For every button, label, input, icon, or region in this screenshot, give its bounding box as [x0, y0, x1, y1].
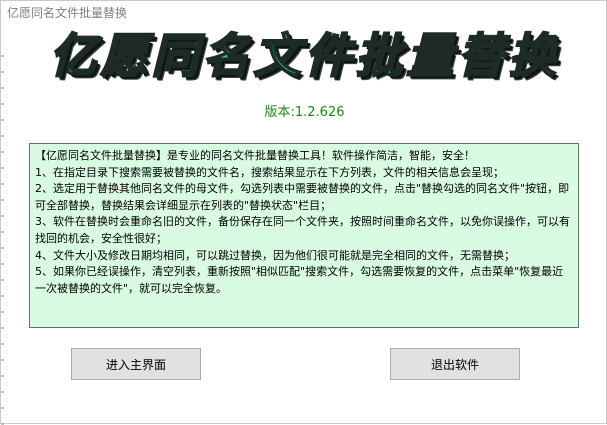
splash-window: 亿愿同名文件批量替换 亿愿同名文件批量替换 版本:1.2.626 【亿愿同名文件… [0, 0, 607, 425]
description-line: 5、如果你已经误操作，清空列表，重新按照"相似匹配"搜索文件，勾选需要恢复的文件… [35, 265, 564, 295]
description-box: 【亿愿同名文件批量替换】是专业的同名文件批量替换工具！软件操作简洁，智能，安全！… [29, 143, 579, 328]
description-line: 1、在指定目录下搜索需要被替换的文件名，搜索结果显示在下方列表，文件的相关信息会… [35, 165, 504, 179]
exit-software-button[interactable]: 退出软件 [390, 348, 520, 380]
description-line: 4、文件大小及修改日期均相同，可以跳过替换，因为他们很可能就是完全相同的文件，无… [35, 248, 515, 262]
title-bar[interactable]: 亿愿同名文件批量替换 [1, 1, 606, 23]
description-line: 【亿愿同名文件批量替换】是专业的同名文件批量替换工具！软件操作简洁，智能，安全！ [35, 149, 475, 162]
window-title: 亿愿同名文件批量替换 [7, 6, 128, 20]
background-list-edge [1, 41, 4, 425]
description-line: 2、选定用于替换其他同名文件的母文件，勾选列表中需要被替换的文件，点击"替换勾选… [35, 182, 570, 212]
app-banner-logo: 亿愿同名文件批量替换 [49, 28, 560, 85]
version-label: 版本:1.2.626 [1, 101, 607, 120]
enter-main-button[interactable]: 进入主界面 [71, 348, 201, 380]
version-number: 1.2.626 [294, 105, 345, 120]
version-prefix: 版本: [264, 105, 295, 120]
description-line: 3、软件在替换时会重命名旧的文件，备份保存在同一个文件夹，按照时间重命名文件，以… [35, 215, 570, 245]
